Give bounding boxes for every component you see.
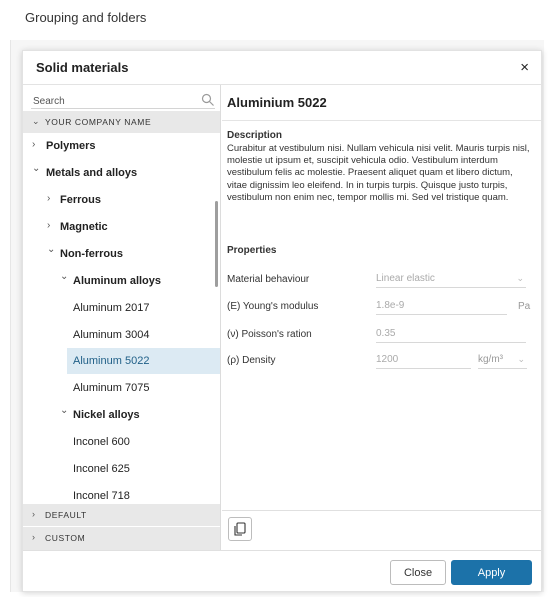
tree-item-aluminum-5022[interactable]: Aluminum 5022: [67, 348, 220, 374]
copy-icon: [234, 522, 246, 536]
group-label: DEFAULT: [45, 510, 87, 520]
poissons-ratio-label: (ν) Poisson's ration: [227, 329, 312, 340]
group-your-company[interactable]: ⌄ YOUR COMPANY NAME: [23, 111, 220, 133]
youngs-modulus-unit: Pa: [518, 301, 531, 312]
group-label: CUSTOM: [45, 533, 86, 543]
tree-item-aluminum-alloys[interactable]: ⌄ Aluminum alloys: [23, 268, 220, 294]
tree-item-aluminum-7075[interactable]: Aluminum 7075: [23, 375, 220, 401]
dialog-header: Solid materials ×: [23, 51, 541, 85]
tree-item-non-ferrous[interactable]: ⌄ Non-ferrous: [23, 241, 220, 267]
chevron-right-icon: ›: [47, 220, 51, 231]
search-icon: [201, 93, 215, 107]
youngs-modulus-input[interactable]: 1.8e-9: [376, 298, 507, 315]
group-label: YOUR COMPANY NAME: [45, 117, 152, 127]
tree-item-label: Aluminum alloys: [73, 275, 162, 287]
tree-item-label: Non-ferrous: [60, 248, 123, 260]
tree-item-label: Aluminum 2017: [73, 302, 150, 314]
tree-item-aluminum-2017[interactable]: Aluminum 2017: [23, 295, 220, 321]
tree-item-label: Ferrous: [60, 194, 101, 206]
tree-item-ferrous[interactable]: › Ferrous: [23, 187, 220, 213]
youngs-modulus-value: 1.8e-9: [376, 300, 405, 311]
tree-item-magnetic[interactable]: › Magnetic: [23, 214, 220, 240]
group-custom[interactable]: › CUSTOM: [23, 527, 220, 550]
tree-scrollbar[interactable]: [215, 201, 218, 287]
apply-button[interactable]: Apply: [451, 560, 532, 585]
material-behaviour-label: Material behaviour: [227, 274, 310, 285]
dialog-title: Solid materials: [36, 60, 129, 75]
properties-label: Properties: [227, 245, 277, 256]
divider: [222, 120, 541, 121]
tree-item-polymers[interactable]: › Polymers: [23, 133, 220, 159]
poissons-ratio-value: 0.35: [376, 328, 396, 339]
tree-item-label: Aluminum 3004: [73, 329, 150, 341]
materials-tree-panel: ⌄ YOUR COMPANY NAME › Polymers ⌄ Metals …: [23, 85, 221, 550]
solid-materials-dialog: Solid materials × ⌄ YOUR COMPANY NAME › …: [22, 50, 542, 592]
material-details-panel: Aluminium 5022 Description Curabitur at …: [222, 85, 541, 510]
tree-item-label: Polymers: [46, 140, 96, 152]
chevron-down-icon: ⌄: [47, 244, 56, 255]
close-icon[interactable]: ×: [520, 60, 529, 75]
chevron-right-icon: ›: [32, 509, 36, 519]
density-value: 1200: [376, 354, 399, 365]
chevron-down-icon: ⌄: [60, 405, 69, 416]
tree-item-label: Metals and alloys: [46, 167, 138, 179]
chevron-down-icon: ⌄: [32, 163, 41, 174]
material-behaviour-select[interactable]: Linear elastic ⌄: [376, 271, 526, 288]
chevron-down-icon: ⌄: [516, 273, 524, 283]
density-unit-select[interactable]: kg/m³ ⌄: [478, 352, 527, 369]
chevron-right-icon: ›: [32, 139, 36, 150]
tree-item-metals-and-alloys[interactable]: ⌄ Metals and alloys: [23, 160, 220, 186]
search-input[interactable]: [31, 93, 191, 110]
chevron-right-icon: ›: [47, 193, 51, 204]
chevron-down-icon: ⌄: [60, 271, 69, 282]
chevron-down-icon: ⌄: [517, 354, 525, 364]
dialog-footer: Close Apply: [23, 550, 541, 593]
tree-item-aluminum-3004[interactable]: Aluminum 3004: [23, 322, 220, 348]
density-label: (ρ) Density: [227, 355, 276, 366]
tree-item-label: Inconel 600: [73, 436, 130, 448]
close-button[interactable]: Close: [390, 560, 446, 585]
chevron-down-icon: ⌄: [32, 116, 41, 126]
density-unit-value: kg/m³: [478, 354, 503, 365]
density-input[interactable]: 1200: [376, 352, 471, 369]
material-behaviour-value: Linear elastic: [376, 273, 435, 284]
tree-item-nickel-alloys[interactable]: ⌄ Nickel alloys: [23, 402, 220, 428]
search-box: [31, 91, 215, 110]
tree-item-label: Inconel 718: [73, 490, 130, 502]
youngs-modulus-label: (E) Young's modulus: [227, 301, 319, 312]
description-text: Curabitur at vestibulum nisi. Nullam veh…: [227, 143, 530, 203]
page-heading: Grouping and folders: [25, 10, 147, 25]
tree-item-label: Inconel 625: [73, 463, 130, 475]
group-default[interactable]: › DEFAULT: [23, 504, 220, 526]
tree-item-label: Nickel alloys: [73, 409, 140, 421]
tree-item-inconel-625[interactable]: Inconel 625: [23, 456, 220, 482]
tree-item-inconel-600[interactable]: Inconel 600: [23, 429, 220, 455]
divider: [222, 510, 541, 511]
duplicate-button[interactable]: [228, 517, 252, 541]
material-title: Aluminium 5022: [227, 95, 327, 110]
description-label: Description: [227, 130, 283, 141]
tree-item-label: Aluminum 5022: [73, 355, 150, 367]
tree-item-label: Aluminum 7075: [73, 382, 150, 394]
chevron-right-icon: ›: [32, 532, 36, 542]
tree-item-label: Magnetic: [60, 221, 108, 233]
poissons-ratio-input[interactable]: 0.35: [376, 326, 526, 343]
